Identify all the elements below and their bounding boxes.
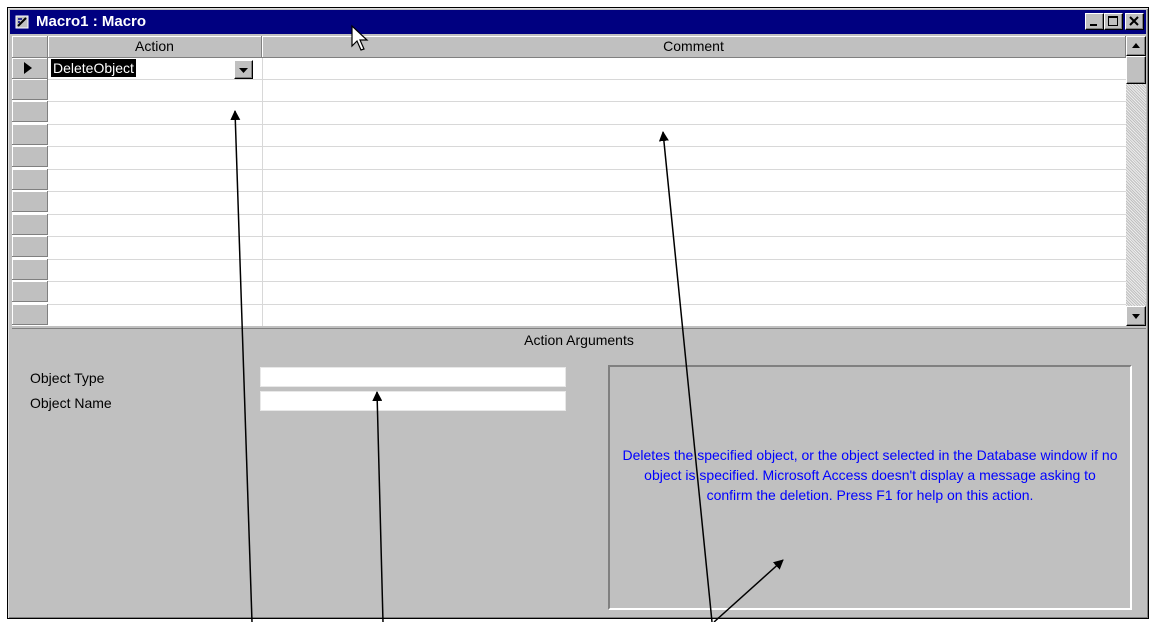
grid-line — [48, 304, 1126, 305]
close-icon — [1129, 16, 1139, 26]
chevron-down-icon — [239, 68, 248, 73]
grid-line — [48, 146, 1126, 147]
macro-grid: Action Comment DeleteObject — [12, 36, 1146, 326]
macro-icon — [14, 14, 30, 30]
action-help-text: Deletes the specified object, or the obj… — [622, 447, 1118, 503]
action-dropdown-button[interactable] — [234, 60, 253, 79]
row-selector[interactable] — [12, 191, 48, 212]
row-selector[interactable] — [12, 124, 48, 145]
scroll-up-button[interactable] — [1126, 36, 1146, 56]
grid-line — [48, 259, 1126, 260]
object-type-field[interactable] — [260, 367, 566, 387]
grid-line — [48, 169, 1126, 170]
scroll-thumb[interactable] — [1126, 56, 1146, 84]
row-selector[interactable] — [12, 146, 48, 167]
comment-column-header[interactable]: Comment — [262, 36, 1126, 58]
action-cell-value[interactable]: DeleteObject — [51, 59, 136, 77]
object-name-label: Object Name — [30, 395, 112, 411]
arrow-down-icon — [1132, 314, 1140, 319]
row-selector[interactable] — [12, 79, 48, 100]
arrow-up-icon — [1132, 43, 1140, 48]
comment-cell[interactable] — [264, 59, 1122, 78]
object-type-label: Object Type — [30, 370, 105, 386]
row-selector[interactable] — [12, 169, 48, 190]
row-selector-current[interactable] — [12, 58, 48, 79]
grid-line — [48, 236, 1126, 237]
maximize-icon — [1108, 16, 1118, 26]
current-row-pointer-icon — [24, 62, 32, 74]
object-name-field[interactable] — [260, 391, 566, 411]
scroll-down-button[interactable] — [1126, 306, 1146, 326]
column-divider — [262, 58, 263, 326]
row-selector[interactable] — [12, 101, 48, 122]
row-selector[interactable] — [12, 259, 48, 280]
action-help-panel: Deletes the specified object, or the obj… — [608, 365, 1132, 610]
row-selector[interactable] — [12, 281, 48, 302]
row-selector[interactable] — [12, 236, 48, 257]
action-column-header[interactable]: Action — [48, 36, 262, 58]
action-arguments-header: Action Arguments — [12, 328, 1146, 351]
vertical-scrollbar[interactable] — [1126, 36, 1146, 326]
grid-line — [48, 191, 1126, 192]
grid-line — [48, 281, 1126, 282]
window-title: Macro1 : Macro — [36, 13, 147, 30]
row-selector[interactable] — [12, 304, 48, 325]
macro-window: Macro1 : Macro Action Comment DeleteObje… — [7, 7, 1149, 619]
grid-line — [48, 101, 1126, 102]
row-selector[interactable] — [12, 214, 48, 235]
minimize-button[interactable] — [1085, 13, 1104, 30]
minimize-icon — [1090, 24, 1097, 26]
grid-line — [48, 214, 1126, 215]
maximize-button[interactable] — [1104, 13, 1123, 30]
title-bar[interactable]: Macro1 : Macro — [10, 10, 1146, 34]
grid-line — [48, 124, 1126, 125]
corner-header[interactable] — [12, 36, 48, 58]
close-button[interactable] — [1125, 13, 1144, 30]
grid-line — [48, 79, 1126, 80]
